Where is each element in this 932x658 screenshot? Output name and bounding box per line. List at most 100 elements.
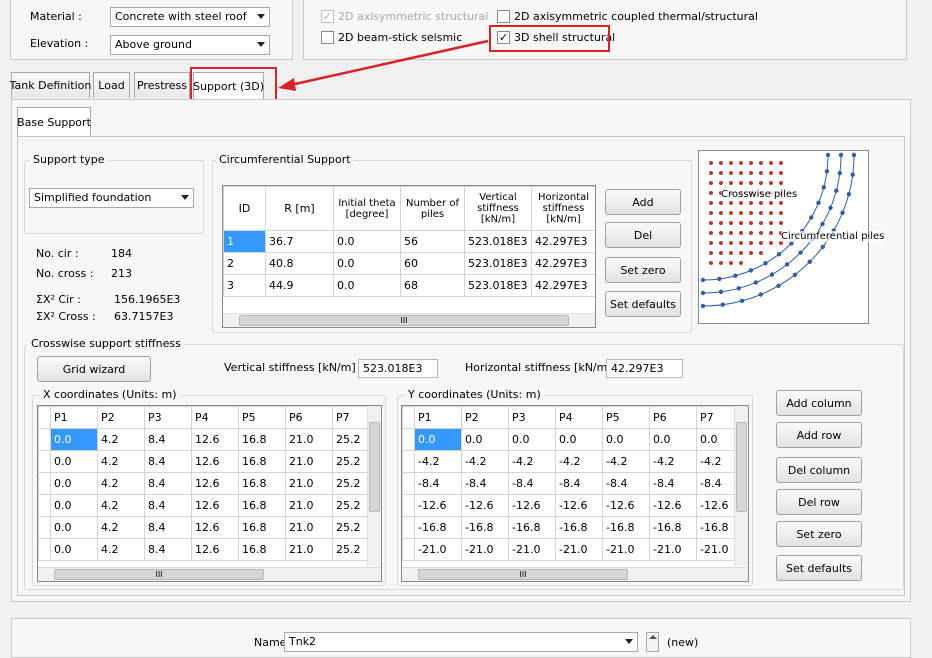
grid-cell[interactable]: 0.0: [649, 428, 697, 451]
table-row[interactable]: -16.8 -16.8 -16.8 -16.8 -16.8 -16.8 -16.8: [402, 516, 744, 539]
grid-cell[interactable]: -8.4: [602, 472, 650, 495]
subtab-base-support[interactable]: Base Support: [17, 107, 91, 137]
grid-cell[interactable]: 16.8: [238, 450, 286, 473]
grid-cell[interactable]: 4.2: [97, 516, 145, 539]
grid-cell[interactable]: -21.0: [555, 538, 603, 561]
x-coordinates-grid[interactable]: P1 P2 P3 P4 P5 P6 P7 0.0 4.2 8.4 12.6 16.8 21.0 25.2 0…: [37, 405, 382, 582]
x-horizontal-scrollbar[interactable]: III: [38, 567, 381, 581]
circ-cell[interactable]: 44.9: [265, 274, 334, 297]
grid-cell[interactable]: 4.2: [97, 494, 145, 517]
grid-cell[interactable]: 4.2: [97, 472, 145, 495]
grid-cell[interactable]: 0.0: [50, 472, 98, 495]
grid-cell[interactable]: -21.0: [461, 538, 509, 561]
add-row-button[interactable]: Add row: [776, 422, 862, 448]
grid-cell[interactable]: -21.0: [414, 538, 462, 561]
table-row[interactable]: -4.2 -4.2 -4.2 -4.2 -4.2 -4.2 -4.2: [402, 450, 744, 473]
support-type-select[interactable]: Simplified foundation: [29, 188, 194, 208]
row-header[interactable]: [38, 538, 51, 561]
circ-cell[interactable]: 42.297E3: [531, 252, 595, 275]
grid-cell[interactable]: -8.4: [414, 472, 462, 495]
y-coordinates-grid[interactable]: P1 P2 P3 P4 P5 P6 P7 0.0 0.0 0.0 0.0 0.0 0.0 0.0 -4.2-…: [401, 405, 749, 582]
scroll-thumb[interactable]: III: [54, 569, 264, 580]
grid-cell[interactable]: -21.0: [508, 538, 556, 561]
del-row-button[interactable]: Del row: [776, 489, 862, 515]
grid-cell[interactable]: 0.0: [50, 450, 98, 473]
grid-cell[interactable]: -16.8: [555, 516, 603, 539]
grid-cell[interactable]: 0.0: [414, 428, 462, 451]
grid-cell[interactable]: 8.4: [144, 428, 192, 451]
table-row[interactable]: 0.0 4.2 8.4 12.6 16.8 21.0 25.2: [38, 450, 380, 473]
name-spinner[interactable]: [646, 632, 659, 652]
grid-cell[interactable]: -4.2: [508, 450, 556, 473]
model-checkbox-coupled[interactable]: [497, 10, 510, 23]
table-row[interactable]: -21.0 -21.0 -21.0 -21.0 -21.0 -21.0 -21.0: [402, 538, 744, 561]
grid-cell[interactable]: -8.4: [555, 472, 603, 495]
set-defaults-button[interactable]: Set defaults: [776, 555, 862, 581]
elevation-select[interactable]: Above ground: [110, 35, 270, 55]
grid-cell[interactable]: 12.6: [191, 472, 239, 495]
grid-cell[interactable]: -12.6: [508, 494, 556, 517]
table-row[interactable]: -12.6 -12.6 -12.6 -12.6 -12.6 -12.6 -12.6: [402, 494, 744, 517]
grid-cell[interactable]: 12.6: [191, 516, 239, 539]
circ-cell[interactable]: 1: [223, 230, 266, 253]
tab-load[interactable]: Load: [93, 72, 130, 98]
grid-cell[interactable]: -4.2: [649, 450, 697, 473]
table-row[interactable]: 0.0 4.2 8.4 12.6 16.8 21.0 25.2: [38, 516, 380, 539]
spin-up-icon[interactable]: [649, 635, 657, 639]
grid-cell[interactable]: 12.6: [191, 538, 239, 561]
y-vertical-scrollbar[interactable]: [734, 406, 748, 566]
grid-cell[interactable]: 0.0: [555, 428, 603, 451]
circ-del-button[interactable]: Del: [605, 222, 681, 248]
circ-cell[interactable]: 42.297E3: [531, 230, 595, 253]
grid-cell[interactable]: -12.6: [649, 494, 697, 517]
circ-cell[interactable]: 3: [223, 274, 266, 297]
grid-cell[interactable]: 12.6: [191, 428, 239, 451]
row-header[interactable]: [402, 516, 415, 539]
tab-prestress[interactable]: Prestress: [134, 72, 190, 98]
grid-cell[interactable]: 16.8: [238, 538, 286, 561]
grid-cell[interactable]: 8.4: [144, 516, 192, 539]
grid-cell[interactable]: -4.2: [602, 450, 650, 473]
circ-set-defaults-button[interactable]: Set defaults: [605, 291, 681, 317]
row-header[interactable]: [402, 472, 415, 495]
grid-cell[interactable]: -21.0: [602, 538, 650, 561]
table-row[interactable]: 0.0 4.2 8.4 12.6 16.8 21.0 25.2: [38, 472, 380, 495]
grid-cell[interactable]: -12.6: [461, 494, 509, 517]
row-header[interactable]: [38, 450, 51, 473]
grid-cell[interactable]: -16.8: [602, 516, 650, 539]
scroll-thumb[interactable]: [369, 422, 380, 512]
grid-cell[interactable]: 8.4: [144, 472, 192, 495]
row-header[interactable]: [402, 494, 415, 517]
circ-cell[interactable]: 0.0: [333, 230, 401, 253]
circ-cell[interactable]: 42.297E3: [531, 274, 595, 297]
grid-cell[interactable]: 21.0: [285, 428, 333, 451]
grid-cell[interactable]: 0.0: [50, 428, 98, 451]
table-row[interactable]: 0.0 4.2 8.4 12.6 16.8 21.0 25.2: [38, 538, 380, 561]
grid-cell[interactable]: 21.0: [285, 516, 333, 539]
row-header[interactable]: [402, 450, 415, 473]
circ-horizontal-scrollbar[interactable]: III: [223, 313, 595, 327]
table-row[interactable]: -8.4 -8.4 -8.4 -8.4 -8.4 -8.4 -8.4: [402, 472, 744, 495]
row-header[interactable]: [38, 516, 51, 539]
grid-cell[interactable]: 0.0: [602, 428, 650, 451]
table-row[interactable]: 0.0 0.0 0.0 0.0 0.0 0.0 0.0: [402, 428, 744, 451]
grid-cell[interactable]: 21.0: [285, 494, 333, 517]
table-row[interactable]: 2 40.8 0.0 60 523.018E3 42.297E3: [223, 252, 595, 275]
grid-cell[interactable]: 12.6: [191, 450, 239, 473]
row-header[interactable]: [402, 538, 415, 561]
set-zero-button[interactable]: Set zero: [776, 521, 862, 547]
circ-cell[interactable]: 68: [400, 274, 465, 297]
scroll-thumb[interactable]: [736, 422, 747, 512]
horizontal-stiffness-input[interactable]: 42.297E3: [606, 359, 683, 378]
table-row[interactable]: 1 36.7 0.0 56 523.018E3 42.297E3: [223, 230, 595, 253]
grid-cell[interactable]: 0.0: [50, 538, 98, 561]
grid-cell[interactable]: 8.4: [144, 450, 192, 473]
grid-cell[interactable]: 0.0: [50, 494, 98, 517]
grid-cell[interactable]: -8.4: [461, 472, 509, 495]
grid-cell[interactable]: 0.0: [50, 516, 98, 539]
model-checkbox-2d-axisym[interactable]: ✓: [321, 10, 334, 23]
grid-cell[interactable]: 0.0: [508, 428, 556, 451]
row-header[interactable]: [402, 428, 415, 451]
table-row[interactable]: 3 44.9 0.0 68 523.018E3 42.297E3: [223, 274, 595, 297]
name-select[interactable]: Tnk2: [284, 632, 638, 652]
